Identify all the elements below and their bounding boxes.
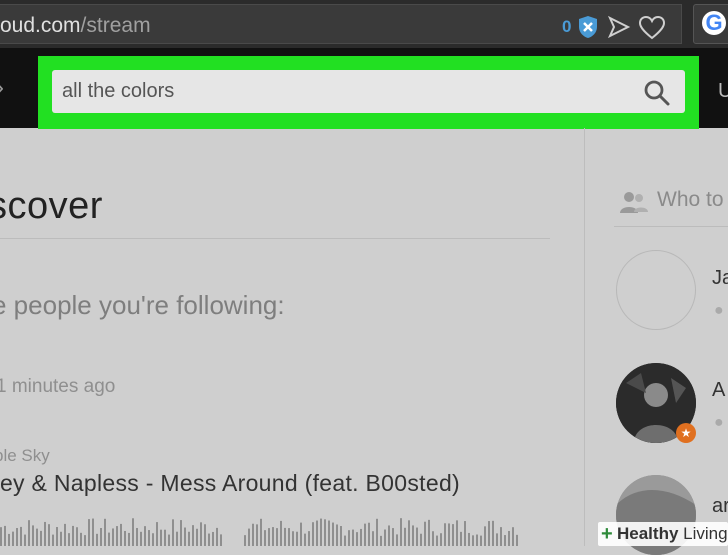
star-badge-icon: ★ [676,423,696,443]
upload-link[interactable]: U [718,80,728,103]
search-icon[interactable] [643,79,671,107]
track-title[interactable]: rey & Napless - Mess Around (feat. B00st… [0,470,460,497]
follower-icon: ● [714,302,724,319]
plus-logo-icon: + [601,523,613,545]
follower-icon: ● [714,414,724,431]
url-path: /stream [80,14,151,37]
google-tab[interactable]: G [693,4,728,44]
google-logo-icon: G [702,11,726,35]
who-to-follow-heading: Who to [657,188,724,211]
user-name[interactable]: A [712,379,725,402]
search-input[interactable] [52,70,685,113]
logo-text: Healthy Living [617,524,728,543]
track-artist[interactable]: ple Sky [0,446,50,466]
browser-toolbar: oud.com/stream 0 G [0,0,728,48]
url-domain: oud.com [0,14,81,37]
extension-count: 0 [562,17,572,36]
back-arrow-icon[interactable]: › [0,74,4,102]
page-title: scover [0,185,103,227]
sidebar-divider [584,128,585,546]
post-time: 1 minutes ago [0,376,116,397]
user-name[interactable]: ar [712,495,728,518]
avatar[interactable] [616,250,696,330]
following-heading: e people you're following: [0,290,285,320]
shield-extension-icon[interactable] [577,15,599,39]
title-divider [0,238,550,239]
send-icon[interactable] [607,15,631,39]
healthy-living-logo: + Healthy Living [598,522,728,546]
sidebar-divider-line [614,226,728,227]
heart-icon[interactable] [638,15,666,41]
users-icon [620,192,648,213]
user-name[interactable]: Ja [712,267,728,290]
address-bar[interactable]: oud.com/stream 0 [0,4,682,44]
waveform[interactable] [0,518,520,546]
url-text[interactable]: oud.com/stream [0,14,151,38]
